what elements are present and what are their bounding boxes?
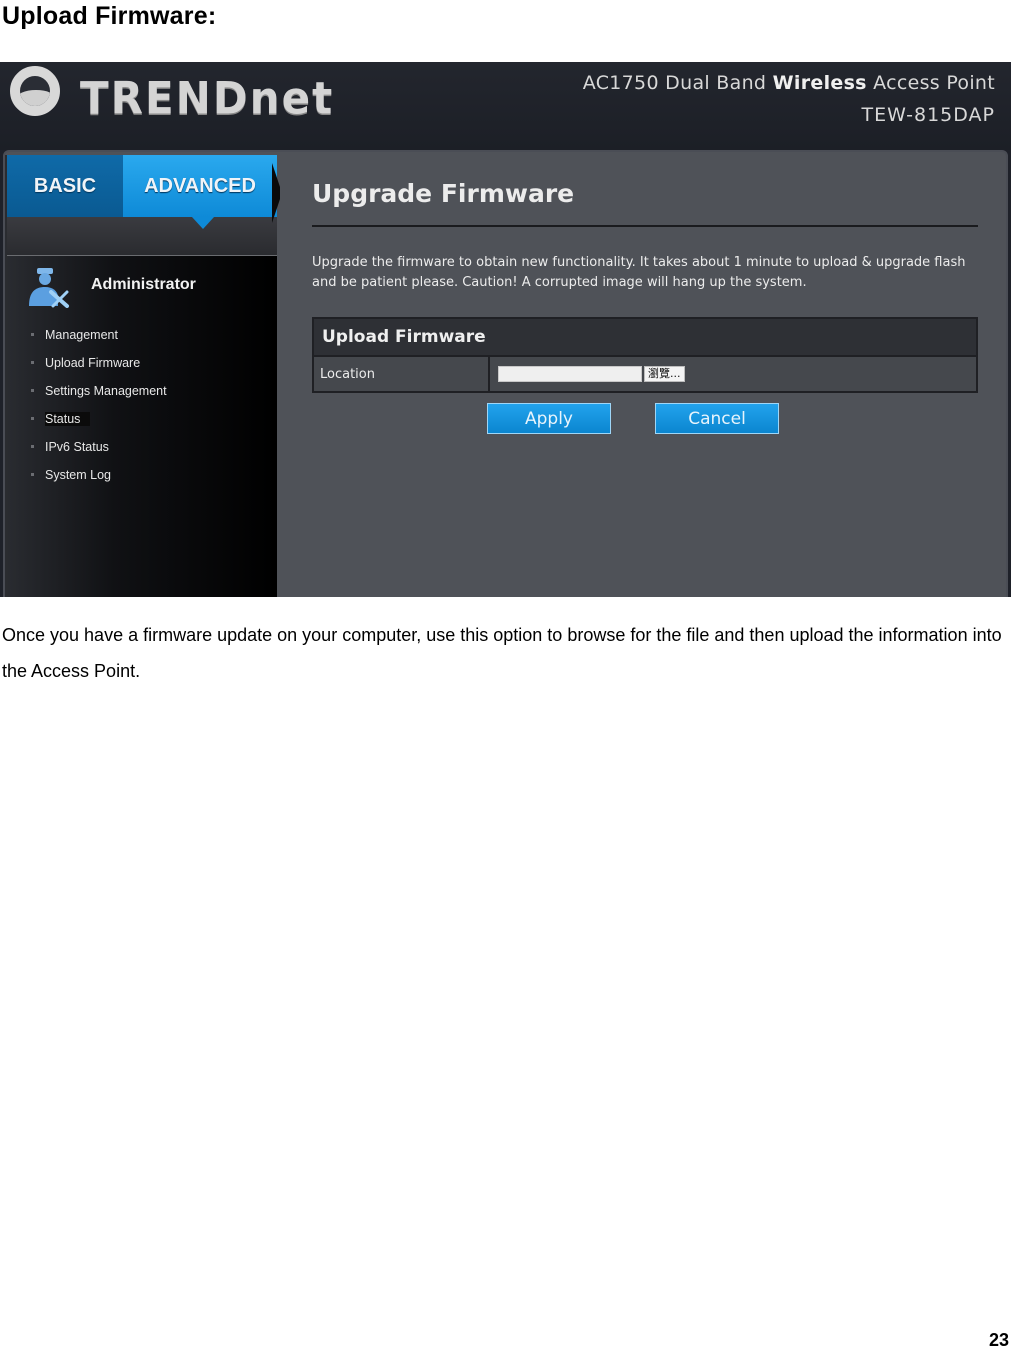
sidebar-item-label: Management xyxy=(45,328,118,342)
document-heading: Upload Firmware: xyxy=(2,2,217,30)
header-bar: TRENDnet AC1750 Dual Band Wireless Acces… xyxy=(0,62,1011,150)
sidebar-item-label: Upload Firmware xyxy=(45,356,141,370)
sidebar-item-upload-firmware[interactable]: Upload Firmware xyxy=(25,353,167,381)
product-name: AC1750 Dual Band Wireless Access Point xyxy=(583,72,995,94)
page-description: Upgrade the firmware to obtain new funct… xyxy=(312,255,966,290)
apply-button[interactable]: Apply xyxy=(487,403,611,434)
sidebar-item-management[interactable]: Management xyxy=(25,325,167,353)
sidebar-item-label: IPv6 Status xyxy=(45,440,109,454)
sidebar-item-system-log[interactable]: System Log xyxy=(25,465,167,493)
page-title: Upgrade Firmware xyxy=(312,179,575,208)
sidebar-item-ipv6-status[interactable]: IPv6 Status xyxy=(25,437,167,465)
sub-toolbar xyxy=(7,217,277,256)
document-body-text: Once you have a firmware update on your … xyxy=(2,625,1002,681)
tab-advanced[interactable]: ADVANCED xyxy=(123,155,277,217)
content-area: Upgrade Firmware Upgrade the firmware to… xyxy=(280,155,1002,597)
active-tab-pointer xyxy=(192,217,214,229)
product-suffix: Access Point xyxy=(866,72,995,94)
brand-logo: TRENDnet xyxy=(80,72,335,125)
product-prefix: AC1750 Dual Band xyxy=(582,72,773,94)
sidebar: BASIC ADVANCED Administrator Management … xyxy=(5,155,277,597)
location-file-input[interactable] xyxy=(498,366,642,382)
router-ui-screenshot: TRENDnet AC1750 Dual Band Wireless Acces… xyxy=(0,62,1011,597)
location-value: 瀏覽... xyxy=(490,357,976,391)
tab-basic[interactable]: BASIC xyxy=(7,155,123,217)
sidebar-item-label: Status xyxy=(45,412,91,426)
table-header: Upload Firmware xyxy=(314,319,976,357)
upload-firmware-table: Upload Firmware Location 瀏覽... xyxy=(312,317,978,393)
sidebar-item-label: Settings Management xyxy=(45,384,167,398)
sidebar-item-status[interactable]: Status xyxy=(25,409,167,437)
sidebar-item-label: System Log xyxy=(45,468,112,482)
browse-button[interactable]: 瀏覽... xyxy=(644,366,685,382)
title-divider xyxy=(312,225,978,227)
model-number: TEW-815DAP xyxy=(861,104,995,126)
table-row: Location 瀏覽... xyxy=(314,357,976,391)
sidebar-section-label: Administrator xyxy=(91,276,196,293)
administrator-icon xyxy=(29,268,69,308)
sidebar-item-settings-management[interactable]: Settings Management xyxy=(25,381,167,409)
page-number: 23 xyxy=(988,1330,1009,1350)
sidebar-nav: Management Upload Firmware Settings Mana… xyxy=(25,325,167,493)
product-bold: Wireless xyxy=(772,72,867,94)
location-label: Location xyxy=(314,357,490,391)
cancel-button[interactable]: Cancel xyxy=(655,403,779,434)
sidebar-section-administrator[interactable]: Administrator xyxy=(7,256,277,316)
trendnet-logo-icon xyxy=(10,66,60,116)
